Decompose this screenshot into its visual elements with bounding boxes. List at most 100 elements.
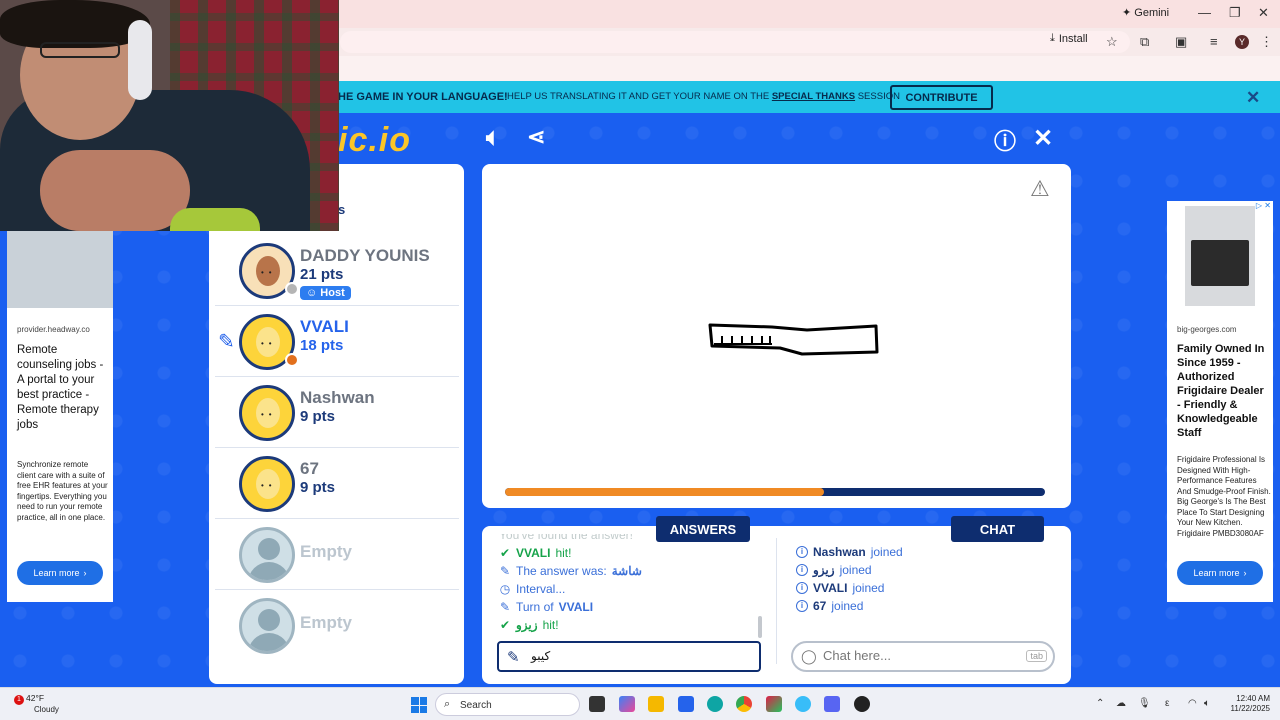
player-card[interactable]: •• 67 9 pts [215, 449, 459, 519]
player-name: DADDY YOUNIS [300, 246, 430, 265]
ad-learn-more-button[interactable]: Learn more › [1177, 561, 1263, 585]
empty-slot: Empty [215, 591, 459, 661]
host-badge: ☺ Host [300, 286, 351, 300]
pencil-icon: ✎ [499, 564, 511, 578]
player-card[interactable]: •• DADDY YOUNIS 21 pts ☺ Host [215, 236, 459, 306]
close-window-icon[interactable]: ✕ [1258, 5, 1269, 21]
player-avatar: •• [239, 455, 295, 512]
minimize-icon[interactable]: — [1198, 5, 1211, 20]
answer-text: The answer was: [516, 564, 607, 578]
install-button[interactable]: ⤓ Install [1050, 32, 1088, 45]
empty-slot: Empty [215, 520, 459, 590]
chat-row: i Nashwan joined [796, 543, 1056, 561]
menu-icon[interactable]: ⋮ [1260, 34, 1273, 50]
ad-learn-more-button[interactable]: Learn more › [17, 561, 103, 585]
chat-text: joined [852, 581, 885, 595]
microphone-icon[interactable]: 🎙︎ [1138, 698, 1151, 709]
bookmark-star-icon[interactable]: ☆ [1106, 34, 1118, 50]
answer-row: ✔ زيزو hit! [499, 616, 761, 634]
taskbar-search[interactable]: ⌕ Search [435, 693, 580, 716]
answer-input-value: كيبو [531, 649, 551, 663]
gemini-button[interactable]: ✦ Gemini [1122, 6, 1169, 19]
store-icon[interactable] [678, 696, 694, 712]
windows-taskbar: 1 42°F Cloudy ⌕ Search ⌃ ☁ 🎙︎ ε ◠ 🔈︎ 12:40… [0, 687, 1280, 720]
chat-text: joined [870, 545, 903, 559]
answer-text: You've found the answer! [499, 534, 633, 542]
answer-text: Turn of [516, 600, 554, 614]
volume-icon[interactable]: 🔈︎ [1204, 698, 1210, 709]
contribute-button[interactable]: CONTRIBUTE [890, 85, 993, 110]
player-card[interactable]: ✎ •• VVALI 18 pts [215, 307, 459, 377]
edge-icon[interactable] [707, 696, 723, 712]
media-icon[interactable]: ≡ [1210, 34, 1218, 49]
file-explorer-icon[interactable] [648, 696, 664, 712]
chat-row: i زيزو joined [796, 561, 1056, 579]
search-label: Search [460, 700, 492, 711]
check-icon: ✔ [499, 618, 511, 632]
weather-widget[interactable]: 1 42°F Cloudy [14, 693, 59, 715]
ad-body: Synchronize remote client care with a su… [17, 460, 108, 522]
clock-time: 12:40 AM [1236, 694, 1270, 703]
info-icon[interactable]: ⓘ [994, 124, 1016, 156]
weather-condition: Cloudy [34, 705, 59, 714]
special-thanks-link[interactable]: SPECIAL THANKS [772, 91, 855, 102]
app-icon[interactable] [795, 696, 811, 712]
taskbar-clock[interactable]: 12:40 AM 11/22/2025 [1222, 694, 1270, 714]
keyboard-language-icon[interactable]: ε [1165, 698, 1169, 709]
player-name: 67 [300, 459, 319, 478]
chat-row: i VVALI joined [796, 579, 1056, 597]
player-card[interactable]: •• Nashwan 9 pts [215, 378, 459, 448]
chevron-up-icon[interactable]: ⌃ [1096, 698, 1104, 709]
extensions-icon[interactable]: ⧉ [1140, 34, 1149, 50]
sound-icon[interactable]: 🔈︎ [486, 124, 500, 152]
check-icon: ✔ [499, 546, 511, 560]
chevron-right-icon: › [83, 568, 87, 578]
players-header: s [338, 202, 346, 217]
cloud-icon[interactable]: ☁ [1116, 698, 1126, 709]
drawing-strokes [708, 323, 879, 356]
wifi-icon[interactable]: ◠ [1188, 698, 1197, 709]
player-points: 21 pts [300, 266, 344, 283]
ad-button-label: Learn more [1193, 568, 1240, 578]
banner-text-before: HELP US TRANSLATING IT AND GET YOUR NAME… [507, 91, 770, 102]
banner-close-icon[interactable]: ✕ [1246, 88, 1260, 108]
chrome-icon[interactable] [736, 696, 752, 712]
player-points: 9 pts [300, 408, 336, 425]
share-icon[interactable]: ⋖ [527, 124, 545, 150]
ad-left[interactable]: provider.headway.co Remote counseling jo… [7, 230, 113, 602]
player-name: Nashwan [300, 388, 375, 407]
app-icon[interactable] [766, 696, 782, 712]
info-icon: i [796, 564, 808, 576]
task-view-icon[interactable] [589, 696, 605, 712]
answers-scrollbar[interactable] [758, 616, 762, 638]
answer-player: زيزو [516, 618, 538, 632]
answer-input[interactable]: ✎ كيبو [497, 641, 761, 672]
banner-text: HELP US TRANSLATING IT AND GET YOUR NAME… [507, 91, 900, 102]
round-timer-bar [505, 488, 1045, 496]
app-icon[interactable] [854, 696, 870, 712]
empty-slot-label: Empty [300, 613, 352, 632]
chat-tab[interactable]: CHAT [951, 516, 1044, 542]
close-game-icon[interactable]: ✕ [1033, 124, 1053, 153]
answer-text: hit! [555, 546, 572, 560]
address-bar[interactable] [340, 31, 1130, 53]
drawing-canvas[interactable]: ⚠ [482, 164, 1071, 508]
sidepanel-icon[interactable]: ▣ [1175, 34, 1187, 50]
discord-icon[interactable] [824, 696, 840, 712]
chat-input-wrap[interactable]: ◯ tab [791, 641, 1055, 672]
maximize-icon[interactable]: ❐ [1229, 5, 1241, 21]
windows-start-icon[interactable] [411, 697, 427, 713]
player-points: 18 pts [300, 337, 344, 354]
chat-input[interactable] [823, 648, 1023, 663]
ad-source: big-georges.com [1177, 325, 1237, 334]
answers-list: You've found the answer! ✔ VVALI hit! ✎ The… [499, 534, 761, 640]
search-icon: ⌕ [444, 698, 451, 710]
profile-avatar[interactable]: Y [1235, 35, 1249, 49]
ad-right[interactable]: ▷ ✕ big-georges.com Family Owned In Sinc… [1167, 201, 1273, 602]
pencil-icon: ✎ [507, 649, 520, 666]
adchoices-icon[interactable]: ▷ ✕ [1256, 201, 1271, 210]
clock-icon: ◷ [499, 582, 511, 596]
ad-title: Family Owned In Since 1959 - Authorized … [1177, 343, 1265, 439]
copilot-icon[interactable] [619, 696, 635, 712]
ad-image [1185, 206, 1255, 306]
